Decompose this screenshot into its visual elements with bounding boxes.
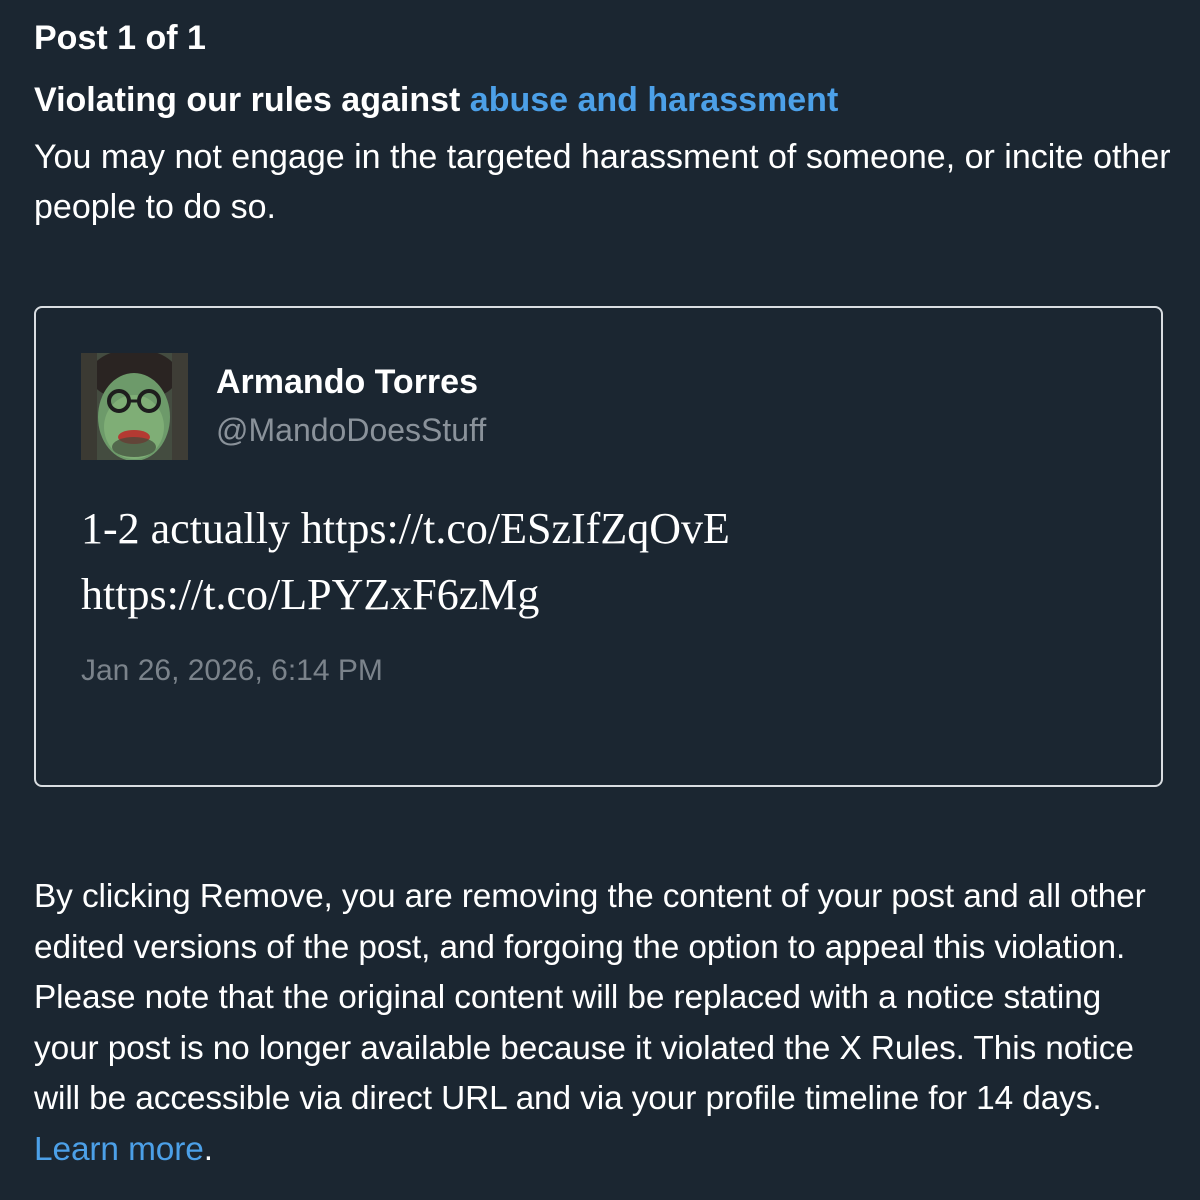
post-counter: Post 1 of 1 bbox=[34, 19, 206, 57]
avatar bbox=[81, 353, 188, 460]
rule-link[interactable]: abuse and harassment bbox=[470, 81, 838, 119]
removal-notice: By clicking Remove, you are removing the… bbox=[34, 872, 1174, 1175]
user-handle: @MandoDoesStuff bbox=[216, 412, 487, 448]
tweet-card: Armando Torres @MandoDoesStuff 1-2 actua… bbox=[34, 306, 1163, 787]
violation-description: You may not engage in the targeted haras… bbox=[34, 138, 1171, 226]
notice-body: By clicking Remove, you are removing the… bbox=[34, 878, 1146, 1117]
learn-more-link[interactable]: Learn more bbox=[34, 1131, 204, 1168]
tweet-text: 1-2 actually https://t.co/ESzIfZqOvE htt… bbox=[81, 496, 1121, 628]
avatar-photo-icon bbox=[81, 353, 188, 460]
violation-title-prefix: Violating our rules against bbox=[34, 81, 470, 119]
tweet-text-line: 1-2 actually https://t.co/ESzIfZqOvE bbox=[81, 504, 730, 553]
tweet-text-line: https://t.co/LPYZxF6zMg bbox=[81, 570, 540, 619]
display-name: Armando Torres bbox=[216, 363, 478, 401]
tweet-timestamp: Jan 26, 2026, 6:14 PM bbox=[81, 654, 383, 687]
violation-title: Violating our rules against abuse and ha… bbox=[34, 80, 838, 120]
notice-trailing: . bbox=[203, 1130, 213, 1168]
